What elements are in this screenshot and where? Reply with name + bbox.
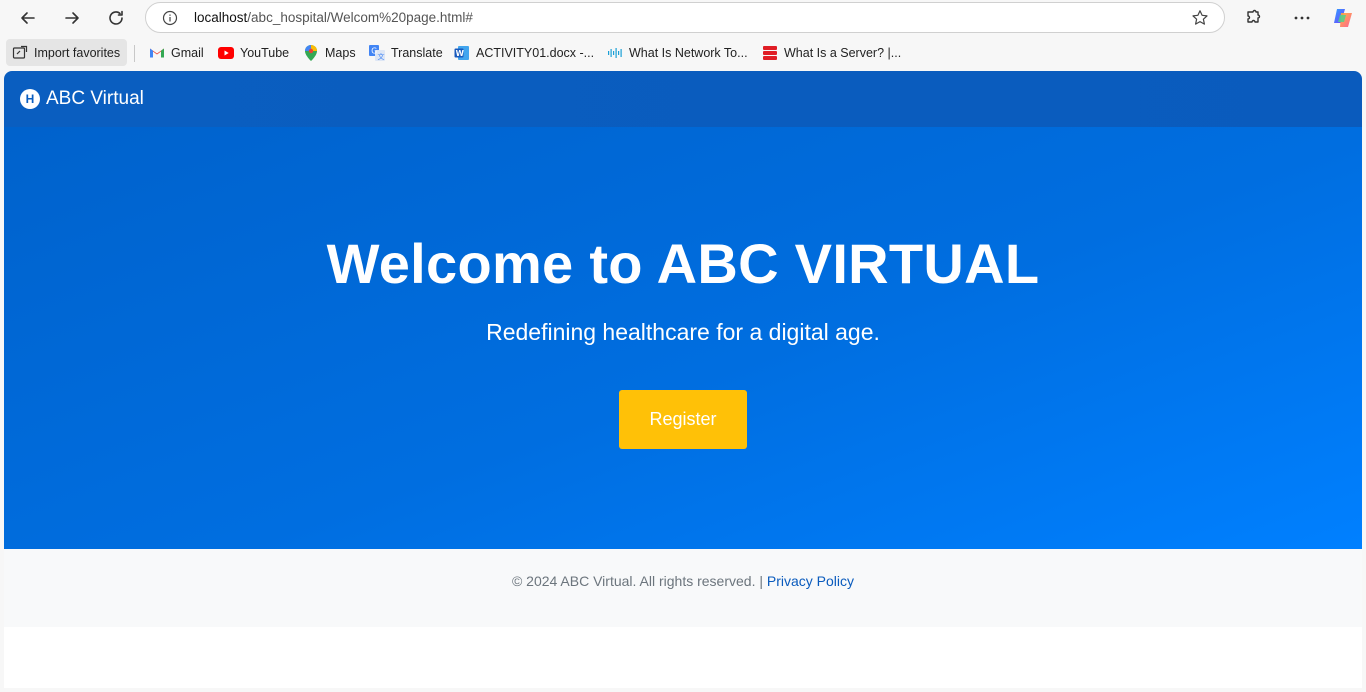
favorite-label: YouTube	[240, 45, 290, 60]
url-text[interactable]: localhost/abc_hospital/Welcom%20page.htm…	[194, 10, 473, 25]
back-button[interactable]	[14, 4, 42, 32]
gmail-icon	[149, 45, 165, 61]
extensions-button[interactable]	[1239, 4, 1267, 32]
svg-text:文: 文	[378, 52, 385, 61]
import-favorites-button[interactable]: Import favorites	[6, 39, 128, 66]
favorite-label: What Is a Server? |...	[784, 45, 902, 60]
page-viewport: H ABC Virtual Welcome to ABC VIRTUAL Red…	[4, 71, 1362, 688]
svg-text:G: G	[371, 46, 377, 55]
back-arrow-icon	[21, 12, 35, 24]
address-bar[interactable]: localhost/abc_hospital/Welcom%20page.htm…	[145, 2, 1225, 33]
puzzle-icon	[1247, 9, 1261, 23]
maps-icon	[303, 44, 319, 61]
browser-toolbar: localhost/abc_hospital/Welcom%20page.htm…	[0, 0, 1366, 36]
favorite-label: What Is Network To...	[629, 45, 748, 60]
favorite-activity-doc[interactable]: W ACTIVITY01.docx -...	[454, 39, 594, 66]
favorite-youtube[interactable]: YouTube	[218, 39, 289, 66]
server-icon	[762, 45, 778, 61]
favorite-network-topology[interactable]: What Is Network To...	[607, 39, 748, 66]
favorite-maps[interactable]: Maps	[303, 39, 356, 66]
svg-text:W: W	[456, 49, 465, 58]
brand-link[interactable]: H ABC Virtual	[20, 88, 144, 110]
copyright-text: © 2024 ABC Virtual. All rights reserved.…	[511, 573, 767, 589]
url-path: /abc_hospital/Welcom%20page.html#	[247, 10, 473, 25]
import-favorites-label: Import favorites	[34, 45, 121, 60]
favorite-star-icon[interactable]	[1190, 8, 1210, 28]
forward-arrow-icon	[65, 12, 79, 24]
favorite-label: ACTIVITY01.docx -...	[476, 45, 595, 60]
refresh-button[interactable]	[102, 4, 130, 32]
import-favorites-icon	[12, 45, 28, 61]
url-host: localhost	[194, 10, 248, 25]
copilot-icon[interactable]	[1331, 6, 1355, 30]
favorite-what-is-server[interactable]: What Is a Server? |...	[762, 39, 901, 66]
favorite-gmail[interactable]: Gmail	[149, 39, 204, 66]
word-icon: W	[454, 45, 470, 61]
hero-section: Welcome to ABC VIRTUAL Redefining health…	[4, 127, 1362, 549]
favorites-bar: Import favorites Gmail YouTube Maps G文 T…	[0, 36, 1366, 70]
favorite-label: Maps	[325, 45, 356, 60]
register-button[interactable]: Register	[619, 390, 747, 449]
forward-button[interactable]	[58, 4, 86, 32]
hero-title: Welcome to ABC VIRTUAL	[326, 232, 1040, 295]
favorite-label: Translate	[391, 45, 443, 60]
cisco-icon	[607, 45, 623, 61]
site-navbar: H ABC Virtual	[4, 71, 1362, 127]
footer-text-row: © 2024 ABC Virtual. All rights reserved.…	[4, 573, 1362, 589]
more-dots-icon	[1294, 16, 1310, 20]
refresh-icon	[109, 10, 123, 25]
privacy-policy-link[interactable]: Privacy Policy	[767, 573, 854, 589]
translate-icon: G文	[369, 44, 385, 61]
site-footer: © 2024 ABC Virtual. All rights reserved.…	[4, 549, 1362, 627]
youtube-icon	[218, 45, 234, 61]
brand-name: ABC Virtual	[46, 88, 144, 109]
more-menu-button[interactable]	[1288, 4, 1316, 32]
favorites-divider	[134, 45, 135, 62]
hospital-h-icon: H	[20, 89, 40, 109]
hero-subtitle: Redefining healthcare for a digital age.	[486, 319, 880, 345]
favorite-translate[interactable]: G文 Translate	[369, 39, 443, 66]
favorite-label: Gmail	[171, 45, 204, 60]
site-info-icon[interactable]	[162, 10, 178, 26]
